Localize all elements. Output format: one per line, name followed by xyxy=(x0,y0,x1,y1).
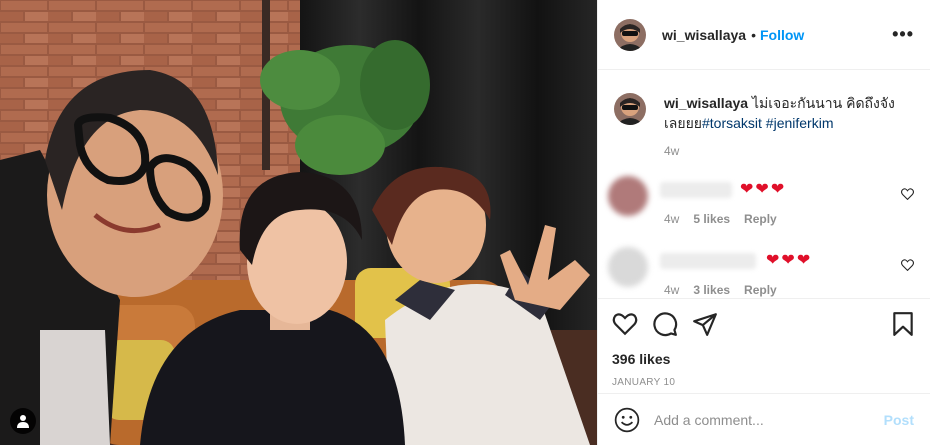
caption-text: wi_wisallaya ไม่เจอะกันนาน คิดถึงจังเลยย… xyxy=(664,93,914,133)
username-link[interactable]: wi_wisallaya xyxy=(662,27,746,43)
comments-list[interactable]: wi_wisallaya ไม่เจอะกันนาน คิดถึงจังเลยย… xyxy=(598,71,930,298)
reply-button[interactable]: Reply xyxy=(744,212,777,226)
likes-count[interactable]: 396 likes xyxy=(612,351,916,367)
action-icons xyxy=(612,309,916,339)
post-header: wi_wisallaya • Follow ••• xyxy=(598,0,930,70)
comment-item: ❤❤❤ 4w 3 likes Reply xyxy=(608,247,922,298)
caption: wi_wisallaya ไม่เจอะกันนาน คิดถึงจังเลยย… xyxy=(614,93,914,133)
reply-button[interactable]: Reply xyxy=(744,283,777,297)
post-side-panel: wi_wisallaya • Follow ••• wi_wisallaya ไ… xyxy=(597,0,930,445)
comment-meta: 4w 5 likes Reply xyxy=(664,212,777,226)
avatar[interactable] xyxy=(608,247,648,287)
post-button[interactable]: Post xyxy=(884,412,914,428)
caption-avatar[interactable] xyxy=(614,93,646,125)
comment-time[interactable]: 4w xyxy=(664,283,679,297)
caption-username[interactable]: wi_wisallaya xyxy=(664,95,748,111)
separator-dot: • xyxy=(751,26,756,43)
comment-input[interactable] xyxy=(654,411,864,428)
commenter-name[interactable] xyxy=(660,182,732,198)
comment-meta: 4w 3 likes Reply xyxy=(664,283,777,297)
avatar[interactable] xyxy=(614,18,646,51)
photo-illustration xyxy=(0,0,597,445)
hashtag-link[interactable]: #jeniferkim xyxy=(766,115,834,131)
post-actions: 396 likes JANUARY 10 xyxy=(598,298,930,388)
follow-button[interactable]: Follow xyxy=(760,27,804,43)
comment-text: ❤❤❤ xyxy=(740,181,787,198)
hashtag-link[interactable]: #torsaksit xyxy=(702,115,762,131)
avatar[interactable] xyxy=(608,176,648,216)
comment-likes[interactable]: 5 likes xyxy=(693,212,730,226)
user-tag-icon[interactable] xyxy=(10,408,36,434)
comment-item: ❤❤❤ 4w 5 likes Reply xyxy=(608,176,922,236)
share-icon[interactable] xyxy=(692,311,718,337)
commenter-name[interactable] xyxy=(660,253,756,269)
heart-icon[interactable] xyxy=(612,311,638,337)
more-icon[interactable]: ••• xyxy=(892,24,914,45)
emoji-icon[interactable] xyxy=(614,407,640,433)
comment-time[interactable]: 4w xyxy=(664,212,679,226)
comment-heart-icon[interactable] xyxy=(901,188,914,203)
comment-likes[interactable]: 3 likes xyxy=(693,283,730,297)
add-comment-bar: Post xyxy=(598,393,930,445)
post-photo[interactable] xyxy=(0,0,597,445)
bookmark-icon[interactable] xyxy=(890,311,916,337)
comment-text: ❤❤❤ xyxy=(766,252,813,269)
post-date[interactable]: JANUARY 10 xyxy=(612,377,916,388)
caption-timestamp[interactable]: 4w xyxy=(664,144,679,158)
comment-icon[interactable] xyxy=(652,311,678,337)
comment-heart-icon[interactable] xyxy=(901,259,914,274)
